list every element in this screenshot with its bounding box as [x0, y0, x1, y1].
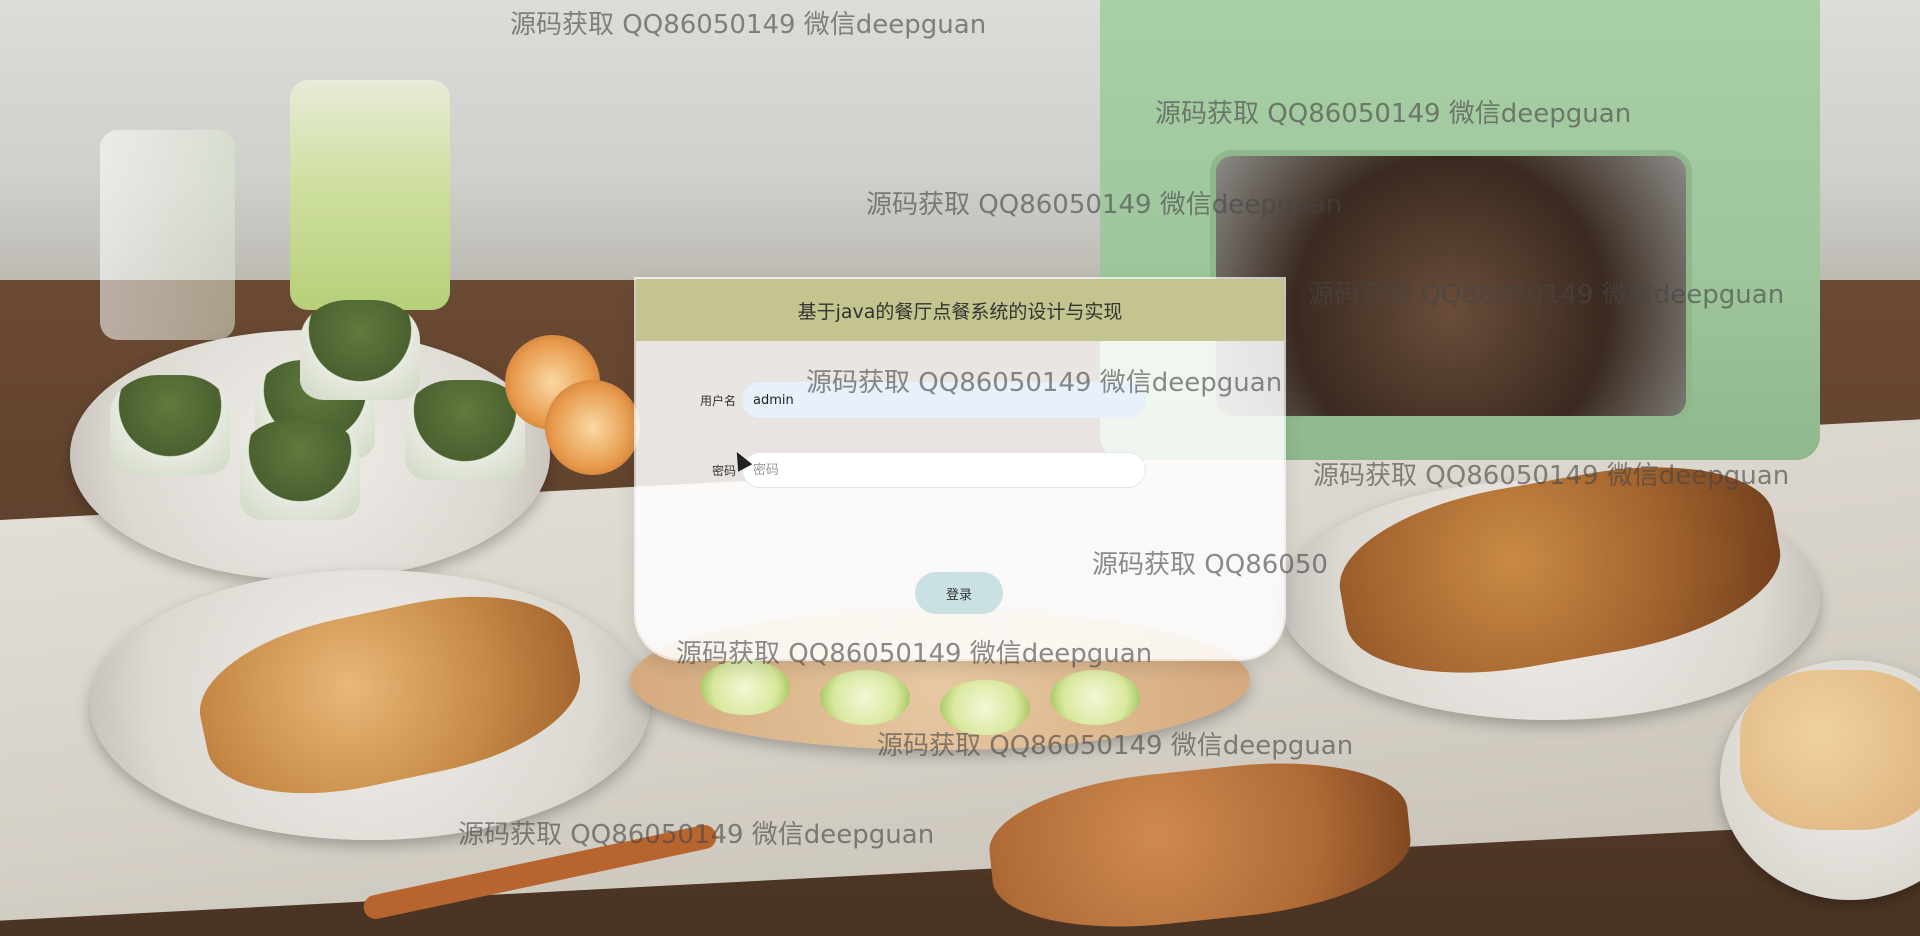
- username-label: 用户名: [699, 393, 736, 408]
- lemonade-glass: [290, 80, 450, 310]
- lime-slice: [820, 670, 910, 725]
- login-page: 基于java的餐厅点餐系统的设计与实现 用户名 密码 登录 源码获取 QQ860…: [0, 0, 1920, 936]
- username-row: 用户名: [676, 382, 1146, 418]
- dumplings-image: [1740, 670, 1920, 830]
- muffin: [300, 300, 420, 400]
- password-label: 密码: [711, 463, 736, 478]
- lime-slice: [700, 660, 790, 715]
- dried-orange-slice: [545, 380, 640, 475]
- login-title: 基于java的餐厅点餐系统的设计与实现: [636, 279, 1284, 341]
- username-input[interactable]: [742, 382, 1146, 418]
- login-button[interactable]: 登录: [915, 572, 1003, 614]
- lime-slice: [940, 680, 1030, 735]
- muffin: [110, 375, 230, 475]
- lime-slice: [1050, 670, 1140, 725]
- glass-jar: [100, 130, 235, 340]
- login-card: 基于java的餐厅点餐系统的设计与实现 用户名 密码 登录: [636, 279, 1284, 659]
- muffin: [240, 420, 360, 520]
- password-input[interactable]: [742, 452, 1146, 488]
